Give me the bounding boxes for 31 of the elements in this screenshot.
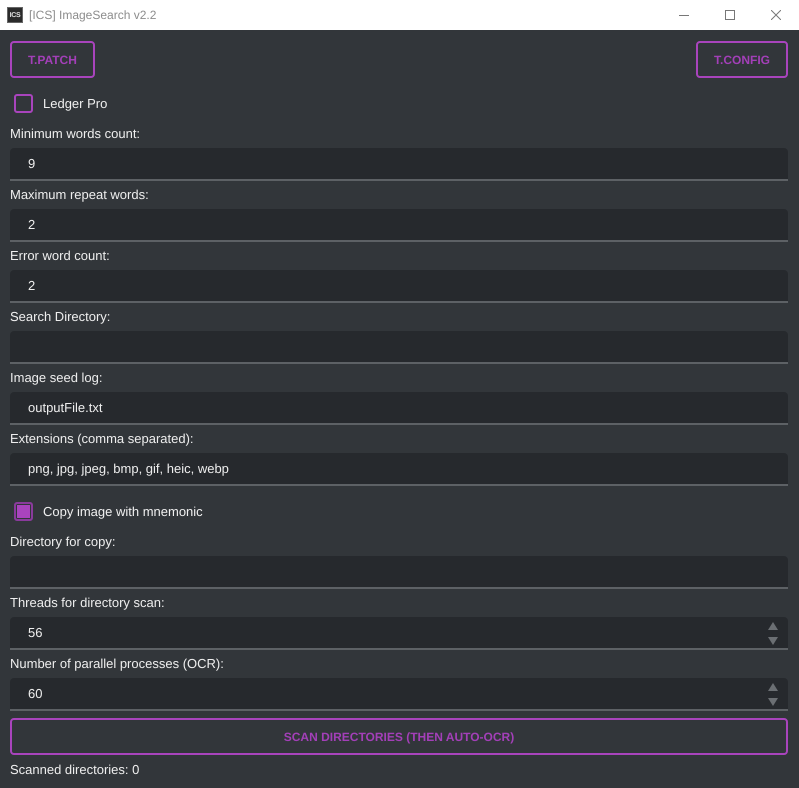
field-label: Directory for copy: (10, 533, 116, 551)
field-label: Minimum words count: (10, 125, 142, 143)
field-label: Threads for directory scan: (10, 594, 166, 612)
status-text: Scanned directories: 0 (10, 761, 140, 779)
minimize-icon (679, 14, 689, 16)
checkbox[interactable] (14, 94, 33, 112)
input-field[interactable]: png, jpg, jpeg, bmp, gif, heic, webp (10, 453, 788, 486)
window-title: [ICS] ImageSearch v2.2 (29, 8, 156, 22)
down-arrow-icon[interactable] (768, 637, 778, 645)
input-field[interactable] (10, 556, 788, 589)
spin-field[interactable]: 60 (10, 678, 788, 711)
field-label: Search Directory: (10, 308, 112, 326)
up-arrow-icon[interactable] (768, 622, 778, 630)
input-field[interactable]: 9 (10, 148, 788, 181)
field-label: Maximum repeat words: (10, 186, 150, 204)
checkbox[interactable] (14, 502, 33, 520)
field-label: Image seed log: (10, 369, 104, 387)
spin-field[interactable]: 56 (10, 617, 788, 650)
field-label: Error word count: (10, 247, 111, 265)
up-arrow-icon[interactable] (768, 683, 778, 691)
maximize-icon (725, 10, 735, 20)
input-field[interactable] (10, 331, 788, 364)
checkbox-label: Copy image with mnemonic (43, 504, 203, 518)
field-label: Number of parallel processes (OCR): (10, 655, 225, 673)
field-label: Extensions (comma separated): (10, 430, 195, 448)
close-icon (771, 10, 781, 20)
checkbox-label: Ledger Pro (43, 96, 108, 110)
down-arrow-icon[interactable] (768, 698, 778, 706)
input-field[interactable]: 2 (10, 209, 788, 242)
input-field[interactable]: 2 (10, 270, 788, 303)
input-field[interactable]: outputFile.txt (10, 392, 788, 425)
